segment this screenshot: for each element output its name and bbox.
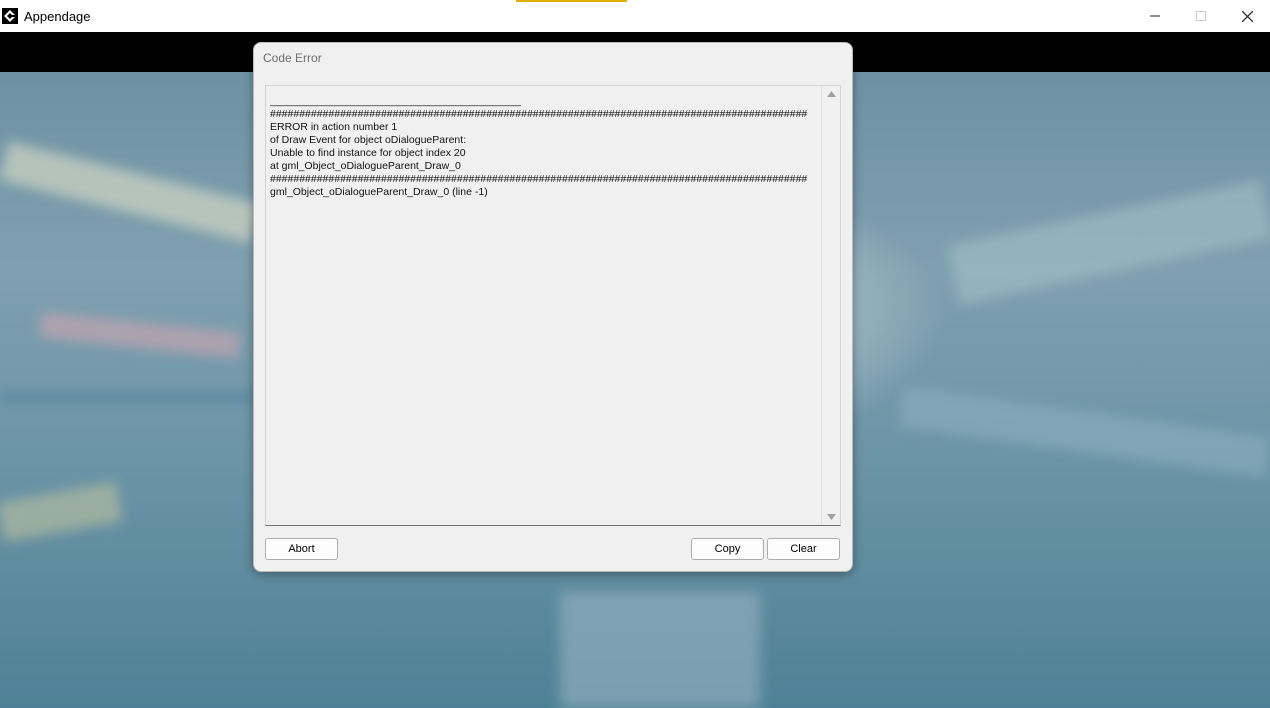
motion-streak	[0, 392, 260, 402]
error-log-box[interactable]: ________________________________________…	[265, 85, 841, 526]
log-line: ERROR in action number 1	[270, 121, 398, 133]
log-line: at gml_Object_oDialogueParent_Draw_0	[270, 160, 461, 172]
abort-button[interactable]: Abort	[265, 538, 338, 560]
motion-streak	[899, 386, 1270, 478]
motion-streak	[947, 179, 1270, 305]
log-line: Unable to find instance for object index…	[270, 147, 466, 159]
code-error-dialog: Code Error _____________________________…	[253, 42, 853, 572]
log-line: ########################################…	[270, 173, 808, 185]
minimize-icon[interactable]	[1132, 0, 1178, 32]
titlebar-accent	[516, 0, 627, 2]
game-maker-icon	[1, 7, 19, 25]
motion-streak	[0, 141, 261, 243]
motion-streak	[0, 481, 123, 543]
log-line: ########################################…	[270, 108, 808, 120]
clear-button[interactable]: Clear	[767, 538, 840, 560]
log-line: gml_Object_oDialogueParent_Draw_0 (line …	[270, 186, 488, 198]
log-scrollbar[interactable]	[821, 86, 840, 525]
scroll-down-arrow-icon[interactable]	[826, 512, 836, 522]
window-titlebar: Appendage	[0, 0, 1270, 32]
window-controls	[1132, 0, 1270, 32]
log-line: ________________________________________…	[270, 95, 522, 107]
log-line: of Draw Event for object oDialogueParent…	[270, 134, 467, 146]
window-title: Appendage	[24, 8, 91, 24]
close-icon[interactable]	[1224, 0, 1270, 32]
error-log-text[interactable]: ________________________________________…	[270, 95, 820, 520]
motion-streak	[560, 592, 760, 708]
copy-button[interactable]: Copy	[691, 538, 764, 560]
motion-streak	[39, 311, 241, 359]
scroll-up-arrow-icon[interactable]	[826, 89, 836, 99]
maximize-icon[interactable]	[1178, 0, 1224, 32]
dialog-title: Code Error	[263, 51, 322, 65]
